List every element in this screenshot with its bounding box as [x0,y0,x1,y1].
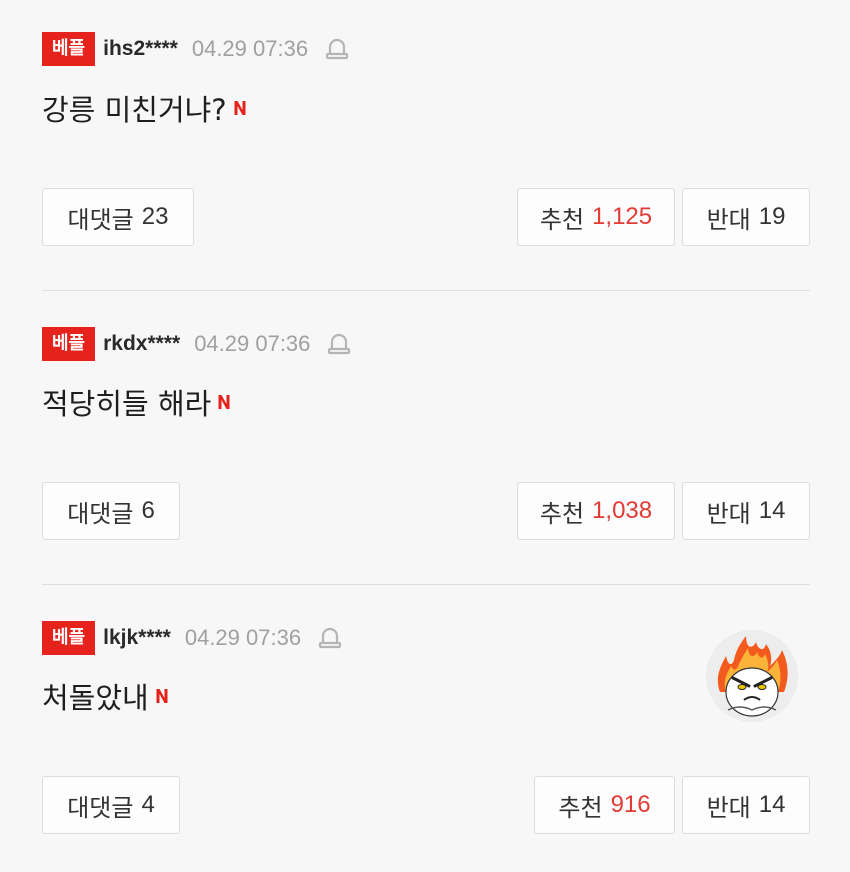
comment-meta: 베플 lkjk**** 04.29 07:36 [42,621,343,655]
comment-meta: 베플 ihs2**** 04.29 07:36 [42,32,350,66]
replies-button[interactable]: 대댓글 4 [42,776,180,834]
downvote-label: 반대 [706,793,751,822]
replies-count: 23 [141,203,169,230]
divider [42,584,810,585]
upvote-count: 916 [610,791,651,818]
best-badge: 베플 [42,327,96,361]
replies-button[interactable]: 대댓글 6 [42,482,180,540]
comment-text: 적당히들 해라 [42,387,212,421]
upvote-button[interactable]: 추천 1,125 [517,188,675,246]
replies-label: 대댓글 [67,205,134,234]
timestamp: 04.29 07:36 [194,331,311,356]
new-n-icon [218,395,230,409]
upvote-button[interactable]: 추천 1,038 [517,482,675,540]
comment-meta: 베플 rkdx**** 04.29 07:36 [42,327,352,361]
timestamp: 04.29 07:36 [191,36,309,61]
replies-label: 대댓글 [67,499,134,528]
downvote-label: 반대 [706,499,751,528]
downvote-button[interactable]: 반대 14 [682,482,810,540]
downvote-count: 14 [758,791,786,818]
bell-icon[interactable] [317,625,343,651]
comment-text-row: 적당히들 해라 [42,382,231,422]
replies-count: 4 [141,791,155,818]
flame-avatar-icon[interactable] [706,630,798,722]
upvote-button[interactable]: 추천 916 [534,776,675,834]
upvote-label: 추천 [539,205,585,234]
downvote-label: 반대 [706,205,751,234]
best-badge: 베플 [42,621,96,655]
bell-icon[interactable] [324,36,350,62]
upvote-label: 추천 [539,499,585,528]
username[interactable]: rkdx**** [103,332,180,356]
comment-text: 처돌았내 [42,681,149,715]
divider [42,290,810,291]
new-n-icon [156,689,168,703]
new-n-icon [234,101,246,115]
comment-text-row: 강릉 미친거냐? [42,88,247,128]
username[interactable]: lkjk**** [103,626,171,650]
upvote-count: 1,125 [592,203,653,230]
comment-text: 강릉 미친거냐? [42,93,227,127]
username[interactable]: ihs2**** [103,37,178,61]
downvote-count: 14 [758,497,786,524]
replies-label: 대댓글 [67,793,134,822]
downvote-button[interactable]: 반대 19 [682,188,810,246]
best-badge: 베플 [42,32,96,66]
upvote-label: 추천 [558,793,603,822]
downvote-count: 19 [758,203,786,230]
comment-text-row: 처돌았내 [42,676,169,716]
bell-icon[interactable] [326,331,352,357]
downvote-button[interactable]: 반대 14 [682,776,810,834]
replies-count: 6 [141,497,155,524]
replies-button[interactable]: 대댓글 23 [42,188,194,246]
upvote-count: 1,038 [592,497,653,524]
timestamp: 04.29 07:36 [184,625,302,650]
